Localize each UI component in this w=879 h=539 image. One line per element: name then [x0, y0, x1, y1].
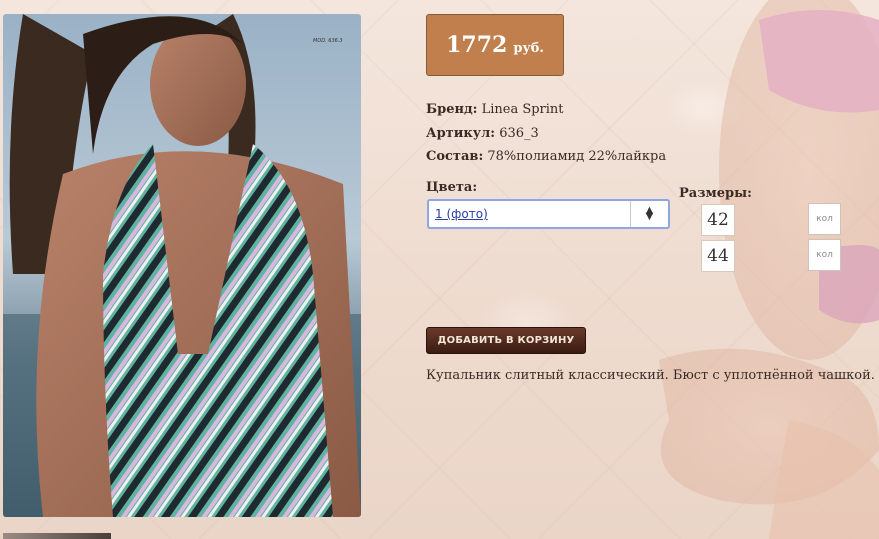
sizes-label: Размеры:: [679, 186, 752, 201]
photo-caption: MOD. 636.3: [313, 38, 343, 44]
quantity-input-42[interactable]: кол: [808, 203, 841, 235]
composition-label: Состав:: [426, 149, 484, 164]
price-currency: руб.: [513, 40, 544, 56]
add-to-cart-button[interactable]: ДОБАВИТЬ В КОРЗИНУ: [426, 327, 586, 354]
price-value: 1772: [446, 32, 508, 58]
composition-row: Состав: 78%полиамид 22%лайкра: [426, 145, 666, 169]
article-row: Артикул: 636_3: [426, 122, 666, 146]
color-select[interactable]: 1 (фото) ▲ ▼: [427, 199, 670, 229]
size-44: 44: [701, 240, 735, 272]
product-properties: Бренд: Linea Sprint Артикул: 636_3 Соста…: [426, 98, 666, 169]
article-value: 636_3: [499, 125, 539, 141]
product-description: Купальник слитный классический. Бюст с у…: [426, 368, 875, 383]
quantity-input-44[interactable]: кол: [808, 239, 841, 271]
brand-row: Бренд: Linea Sprint: [426, 98, 666, 122]
color-select-value: 1 (фото): [435, 207, 488, 221]
article-label: Артикул:: [426, 125, 496, 141]
swimsuit-model-image: MOD. 636.3: [3, 14, 361, 517]
select-arrows-icon: ▲ ▼: [630, 201, 668, 227]
photo-thumbnail[interactable]: [3, 533, 111, 539]
price-box: 1772 руб.: [426, 14, 564, 76]
brand-value: Linea Sprint: [481, 102, 564, 117]
size-42: 42: [701, 204, 735, 236]
composition-value: 78%полиамид 22%лайкра: [487, 149, 667, 164]
colors-label: Цвета:: [426, 180, 478, 195]
product-photo[interactable]: MOD. 636.3: [3, 14, 361, 517]
brand-label: Бренд:: [426, 102, 478, 117]
